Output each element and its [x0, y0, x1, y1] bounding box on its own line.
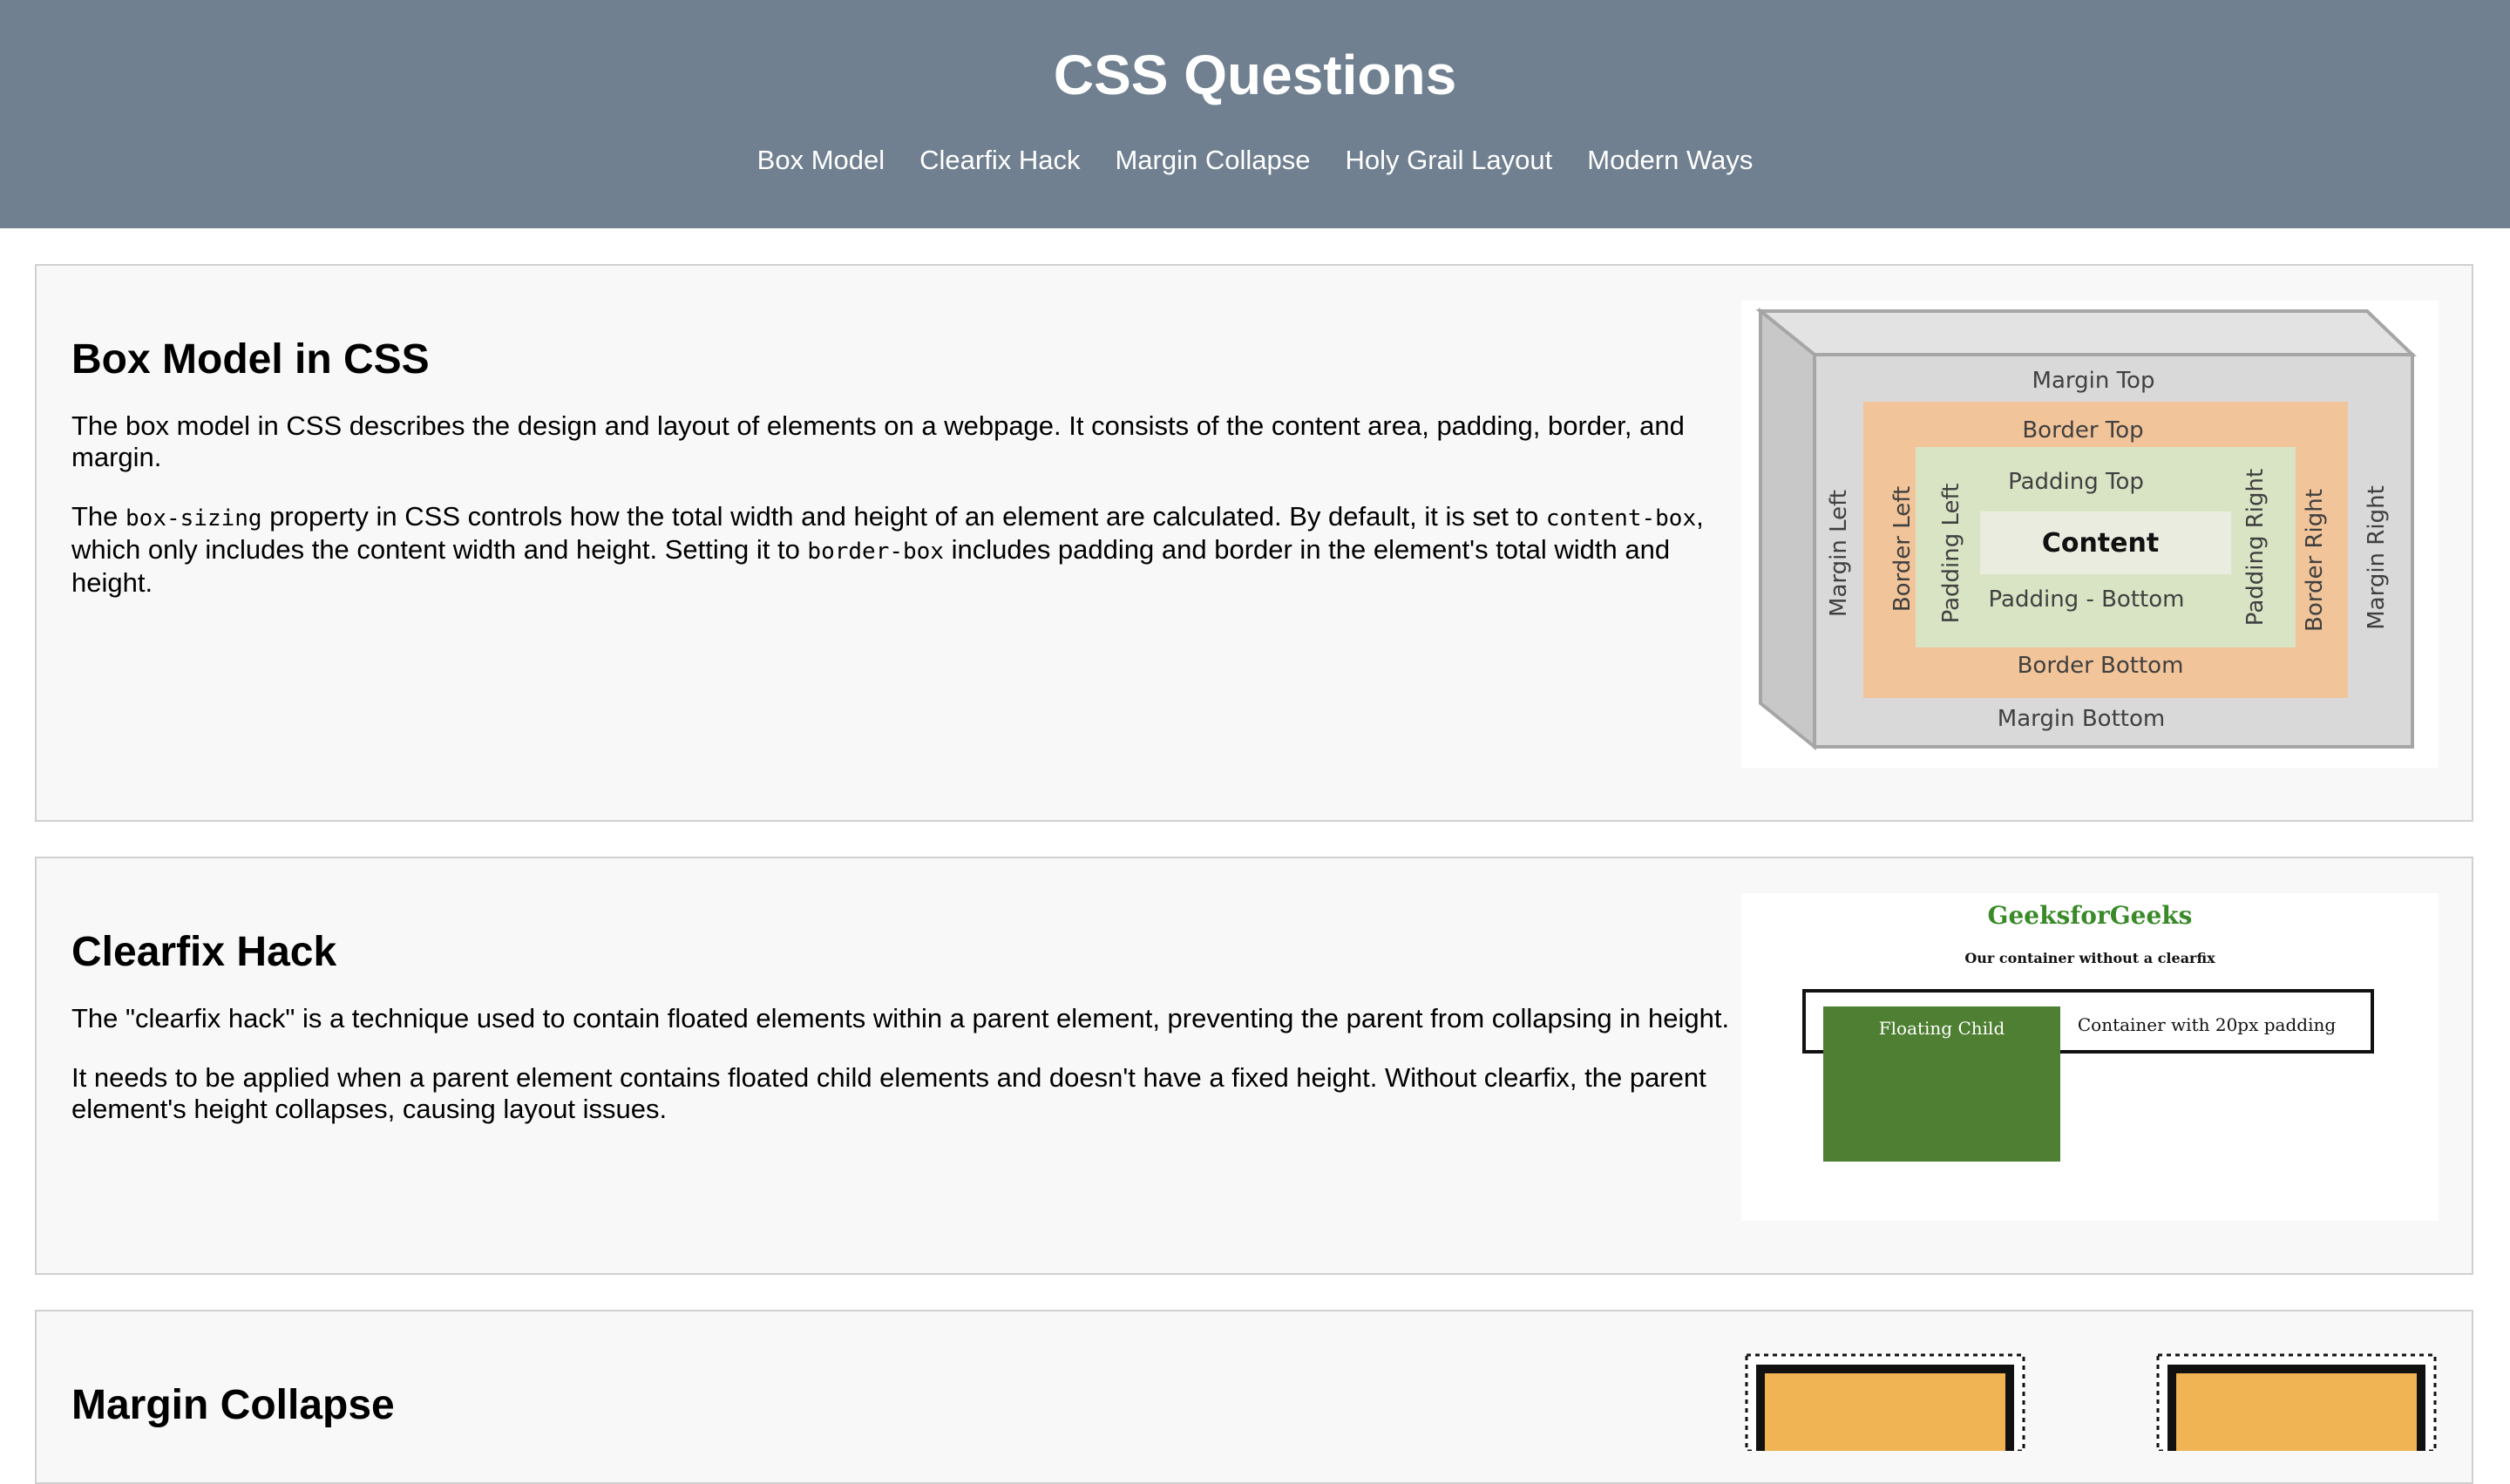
section-paragraph: The box model in CSS describes the desig… — [71, 410, 1685, 472]
nav-link-box-model[interactable]: Box Model — [757, 139, 885, 181]
nav-link-modern-ways[interactable]: Modern Ways — [1587, 139, 1753, 181]
section-box-model: Box Model in CSS The box model in CSS de… — [35, 264, 2473, 822]
box-left-face — [1759, 307, 1816, 751]
nav-link-holy-grail-layout[interactable]: Holy Grail Layout — [1345, 139, 1552, 181]
code-box-sizing: box-sizing — [126, 505, 262, 532]
label-padding-left: Padding Left — [1938, 484, 1964, 624]
nav-link-clearfix-hack[interactable]: Clearfix Hack — [919, 139, 1080, 181]
label-border-top: Border Top — [2022, 417, 2143, 444]
code-border-box: border-box — [807, 539, 944, 565]
section-paragraph: It needs to be applied when a parent ele… — [71, 1062, 1706, 1124]
label-content: Content — [2042, 528, 2159, 559]
label-margin-right: Margin Right — [2364, 485, 2390, 630]
page-header: CSS Questions Box Model Clearfix Hack Ma… — [0, 0, 2510, 228]
nav-link-margin-collapse[interactable]: Margin Collapse — [1115, 139, 1310, 181]
collapse-box-left — [1756, 1365, 2014, 1460]
main-nav: Box Model Clearfix Hack Margin Collapse … — [0, 139, 2510, 181]
brand-label: GeeksforGeeks — [1988, 901, 2193, 930]
box-top-face — [1755, 309, 2417, 356]
label-margin-top: Margin Top — [2032, 368, 2155, 394]
section-text: Box Model in CSS The box model in CSS de… — [71, 334, 1745, 599]
label-padding-top: Padding Top — [2008, 469, 2144, 495]
page-title: CSS Questions — [1053, 44, 1457, 106]
container-label: Container with 20px padding — [2078, 1014, 2337, 1035]
label-border-left: Border Left — [1889, 486, 1916, 612]
collapse-box-right — [2167, 1365, 2425, 1460]
floating-child-label: Floating Child — [1879, 1018, 2005, 1039]
figure-subtitle: Our container without a clearfix — [1964, 950, 2215, 966]
section-paragraph: The box-sizing property in CSS controls … — [71, 501, 1704, 598]
clearfix-svg: GeeksforGeeks Our container without a cl… — [1802, 901, 2374, 1162]
section-title: Box Model in CSS — [71, 336, 430, 383]
margin-collapse-svg — [1745, 1353, 2437, 1460]
box-model-diagram: Margin Top Margin Bottom Border Top Bord… — [1741, 301, 2439, 768]
label-border-right: Border Right — [2302, 489, 2328, 632]
label-padding-bottom: Padding - Bottom — [1989, 586, 2185, 613]
section-paragraph: The "clearfix hack" is a technique used … — [71, 1003, 1730, 1033]
section-margin-collapse: Margin Collapse — [35, 1310, 2473, 1484]
section-clearfix-hack: Clearfix Hack The "clearfix hack" is a t… — [35, 857, 2473, 1275]
label-padding-right: Padding Right — [2242, 469, 2269, 626]
code-content-box: content-box — [1545, 505, 1697, 532]
section-title: Clearfix Hack — [71, 929, 337, 975]
clearfix-diagram: GeeksforGeeks Our container without a cl… — [1741, 893, 2439, 1221]
label-border-bottom: Border Bottom — [2018, 653, 2184, 679]
section-text: Margin Collapse — [71, 1379, 1745, 1432]
margin-collapse-diagram — [1741, 1346, 2439, 1460]
box-model-svg: Margin Top Margin Bottom Border Top Bord… — [1755, 307, 2417, 751]
label-margin-bottom: Margin Bottom — [1998, 706, 2165, 732]
label-margin-left: Margin Left — [1826, 490, 1852, 617]
section-text: Clearfix Hack The "clearfix hack" is a t… — [71, 926, 1745, 1125]
section-title: Margin Collapse — [71, 1382, 395, 1428]
